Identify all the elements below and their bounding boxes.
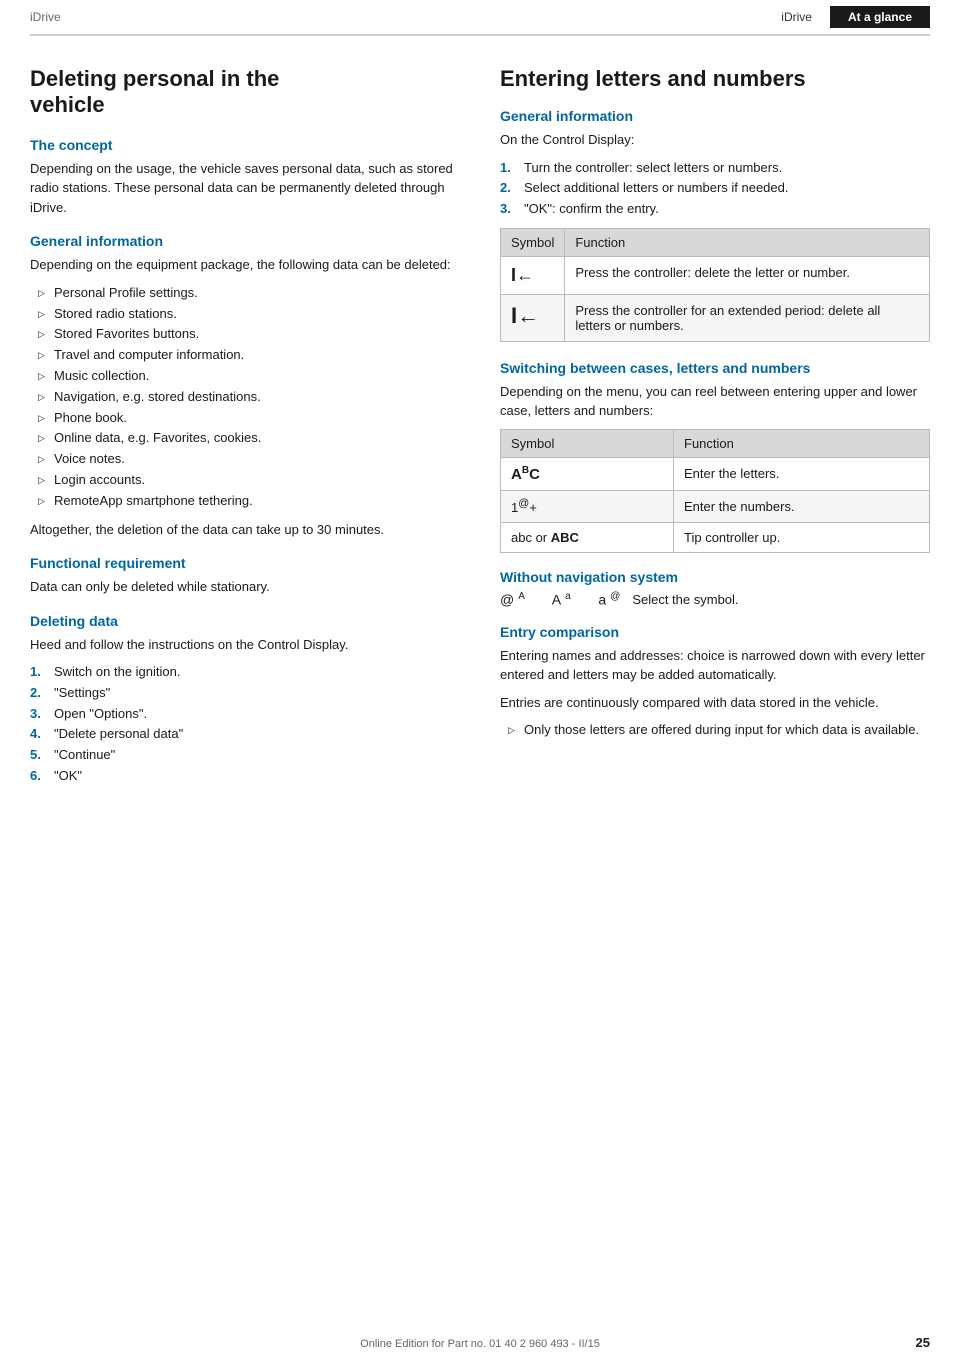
section-concept-body: Depending on the usage, the vehicle save… (30, 159, 460, 218)
table-cell-symbol: I← (501, 256, 565, 294)
page-footer: Online Edition for Part no. 01 40 2 960 … (0, 1338, 960, 1350)
section-general-info-heading-left: General information (30, 233, 460, 249)
without-nav-text: Select the symbol. (632, 592, 738, 607)
general-info-heading-right: General information (500, 108, 930, 124)
list-item: Stored radio stations. (40, 304, 460, 325)
list-item: 6."OK" (30, 766, 460, 787)
entry-comparison-body1: Entering names and addresses: choice is … (500, 646, 930, 685)
list-item: 3.Open "Options". (30, 704, 460, 725)
footer-text: Online Edition for Part no. 01 40 2 960 … (360, 1338, 600, 1350)
left-column: Deleting personal in the vehicle The con… (30, 66, 460, 795)
without-nav-heading: Without navigation system (500, 569, 930, 585)
functional-requirement-body: Data can only be deleted while stationar… (30, 577, 460, 597)
deleting-data-body: Heed and follow the instructions on the … (30, 635, 460, 655)
deletion-bullet-list: Personal Profile settings. Stored radio … (40, 283, 460, 512)
table-cell-function: Tip controller up. (674, 523, 930, 553)
general-info-intro: On the Control Display: (500, 130, 930, 150)
without-nav-content: @A Aa a@ Select the symbol. (500, 591, 930, 608)
delete-all-icon: I← (511, 303, 539, 328)
symbol-function-table-1: Symbol Function I← Press the controller:… (500, 228, 930, 342)
table-header-function2: Function (674, 429, 930, 457)
tab-at-a-glance[interactable]: At a glance (830, 6, 930, 28)
abc-symbol-icon: ABC (511, 466, 540, 483)
numbers-symbol-icon: 1@+ (511, 500, 537, 515)
symbol-function-table-2: Symbol Function ABC Enter the letters. 1… (500, 429, 930, 553)
tab-idrive[interactable]: iDrive (763, 6, 830, 28)
list-item: 2."Settings" (30, 683, 460, 704)
list-item: 1.Switch on the ignition. (30, 662, 460, 683)
switching-cases-body: Depending on the menu, you can reel betw… (500, 382, 930, 421)
header-tabs: iDrive At a glance (763, 6, 930, 28)
list-item: Music collection. (40, 366, 460, 387)
right-main-title: Entering letters and numbers (500, 66, 930, 92)
table-row: abc or ABC Tip controller up. (501, 523, 930, 553)
table-cell-function: Enter the numbers. (674, 490, 930, 522)
list-item: Only those letters are offered during in… (510, 720, 930, 741)
list-item: Travel and computer information. (40, 345, 460, 366)
list-item: Online data, e.g. Favorites, cookies. (40, 428, 460, 449)
entry-comparison-body2: Entries are continuously compared with d… (500, 693, 930, 713)
table-row: ABC Enter the letters. (501, 457, 930, 490)
list-item: 1.Turn the controller: select letters or… (500, 158, 930, 179)
table-cell-symbol: 1@+ (501, 490, 674, 522)
deleting-steps-list: 1.Switch on the ignition. 2."Settings" 3… (30, 662, 460, 787)
table-cell-function: Press the controller for an extended per… (565, 294, 930, 341)
entry-comparison-bullet-list: Only those letters are offered during in… (510, 720, 930, 741)
deletion-footer-text: Altogether, the deletion of the data can… (30, 520, 460, 540)
page-number: 25 (916, 1335, 930, 1350)
list-item: Login accounts. (40, 470, 460, 491)
section-concept-heading: The concept (30, 137, 460, 153)
table-cell-symbol: I← (501, 294, 565, 341)
list-item: 5."Continue" (30, 745, 460, 766)
table-header-symbol2: Symbol (501, 429, 674, 457)
list-item: Voice notes. (40, 449, 460, 470)
table-cell-function: Press the controller: delete the letter … (565, 256, 930, 294)
functional-requirement-heading: Functional requirement (30, 555, 460, 571)
table-header-function: Function (565, 228, 930, 256)
table-row: I← Press the controller: delete the lett… (501, 256, 930, 294)
table-cell-function: Enter the letters. (674, 457, 930, 490)
table-row: I← Press the controller for an extended … (501, 294, 930, 341)
list-item: 2.Select additional letters or numbers i… (500, 178, 930, 199)
abc-or-ABC-symbol-icon: abc or ABC (511, 530, 579, 545)
list-item: 4."Delete personal data" (30, 724, 460, 745)
without-nav-symbols: @A Aa a@ (500, 591, 624, 608)
entry-comparison-heading: Entry comparison (500, 624, 930, 640)
table-cell-symbol: ABC (501, 457, 674, 490)
list-item: Personal Profile settings. (40, 283, 460, 304)
list-item: RemoteApp smartphone tethering. (40, 491, 460, 512)
deleting-data-heading: Deleting data (30, 613, 460, 629)
list-item: Stored Favorites buttons. (40, 324, 460, 345)
table-row: 1@+ Enter the numbers. (501, 490, 930, 522)
main-content: Deleting personal in the vehicle The con… (0, 36, 960, 855)
list-item: Navigation, e.g. stored destinations. (40, 387, 460, 408)
header-brand: iDrive (30, 10, 61, 24)
table-cell-symbol: abc or ABC (501, 523, 674, 553)
delete-letter-icon: I← (511, 265, 534, 285)
list-item: Phone book. (40, 408, 460, 429)
list-item: 3."OK": confirm the entry. (500, 199, 930, 220)
switching-cases-heading: Switching between cases, letters and num… (500, 360, 930, 376)
page-title: Deleting personal in the vehicle (30, 66, 460, 119)
entering-steps-list: 1.Turn the controller: select letters or… (500, 158, 930, 220)
right-column: Entering letters and numbers General inf… (500, 66, 930, 795)
page-header: iDrive iDrive At a glance (30, 0, 930, 36)
table-header-symbol: Symbol (501, 228, 565, 256)
section-general-info-body: Depending on the equipment package, the … (30, 255, 460, 275)
